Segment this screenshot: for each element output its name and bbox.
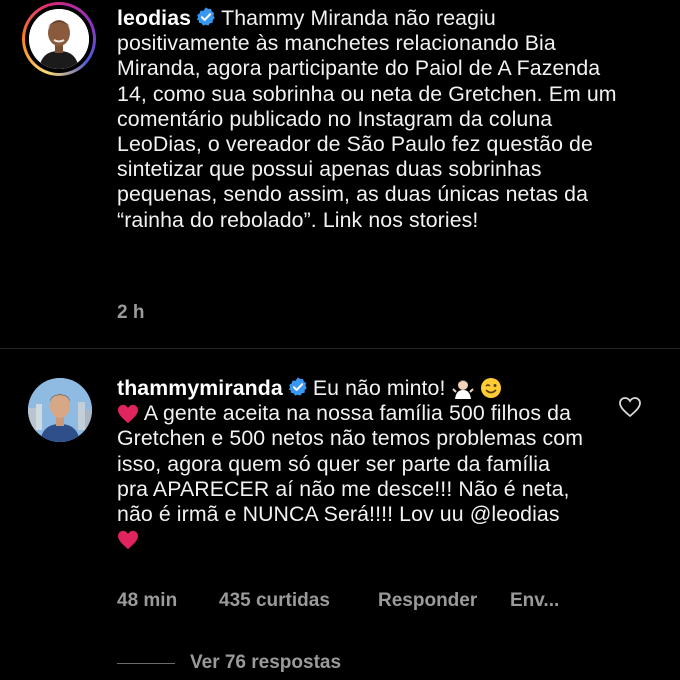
caption-body: Thammy Miranda não reagiu positivamente … [117, 6, 617, 232]
like-heart-outline-icon[interactable] [618, 396, 642, 418]
comment-body-part2: A gente aceita na nossa família 500 filh… [117, 401, 584, 527]
red-heart-emoji-icon [118, 531, 138, 550]
post-caption: leodias Thammy Miranda não reagiu positiv… [0, 0, 680, 348]
avatar-thammymiranda[interactable] [28, 378, 92, 442]
post-username[interactable]: leodias [117, 6, 191, 30]
comment-text: thammymiranda Eu não minto! A gente aceit… [117, 376, 587, 552]
replies-divider-line [117, 663, 175, 664]
post-timestamp: 2 h [117, 302, 145, 323]
red-heart-emoji-icon [118, 405, 138, 424]
send-button[interactable]: Env... [510, 590, 559, 612]
comment-body-part1: Eu não minto! [312, 376, 446, 400]
person-shrugging-emoji-icon [451, 380, 474, 399]
avatar-leodias[interactable] [29, 9, 89, 69]
reply-button[interactable]: Responder [378, 590, 477, 612]
verified-badge-icon [196, 7, 215, 26]
winking-face-emoji-icon [480, 378, 501, 398]
comment-username[interactable]: thammymiranda [117, 376, 283, 400]
caption-text: leodias Thammy Miranda não reagiu positiv… [117, 6, 617, 233]
comment-timestamp: 48 min [117, 590, 178, 611]
verified-badge-icon [288, 377, 307, 396]
view-replies-link[interactable]: Ver 76 respostas [190, 652, 341, 674]
comment-likes-count[interactable]: 435 curtidas [219, 590, 330, 612]
